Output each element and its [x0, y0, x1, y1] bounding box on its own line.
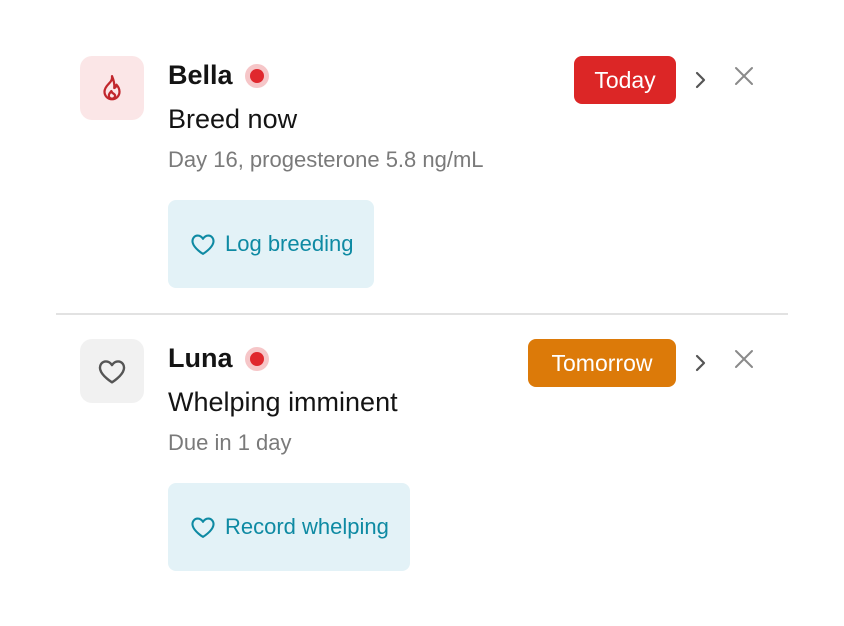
record-whelping-button[interactable]: Record whelping [168, 483, 410, 571]
flame-icon [103, 75, 121, 101]
dog-name: Luna [168, 343, 233, 373]
heart-icon [98, 360, 126, 384]
heart-icon [191, 517, 215, 538]
alert-name-row: Bella [168, 60, 269, 91]
close-icon[interactable] [732, 64, 756, 88]
alert-card-luna: Luna Whelping imminent Due in 1 day Reco… [56, 313, 788, 595]
alert-list: Bella Breed now Day 16, progesterone 5.8… [56, 36, 788, 595]
alert-subtitle: Due in 1 day [168, 430, 292, 455]
due-badge[interactable]: Today [574, 56, 676, 104]
status-dot-inner [249, 351, 264, 366]
alert-card-bella: Bella Breed now Day 16, progesterone 5.8… [56, 36, 788, 313]
heart-icon [191, 234, 215, 255]
alert-subtitle: Day 16, progesterone 5.8 ng/mL [168, 147, 484, 172]
chevron-right-icon[interactable] [688, 351, 712, 375]
alert-name-row: Luna [168, 343, 269, 374]
dog-name: Bella [168, 60, 233, 90]
alert-icon-tile [80, 56, 144, 120]
alert-icon-tile [80, 339, 144, 403]
chevron-right-icon[interactable] [688, 68, 712, 92]
due-badge[interactable]: Tomorrow [528, 339, 676, 387]
status-dot [244, 346, 269, 371]
log-breeding-button[interactable]: Log breeding [168, 200, 375, 288]
action-label: Log breeding [225, 231, 354, 256]
alert-title: Breed now [168, 104, 298, 134]
close-icon[interactable] [732, 347, 756, 371]
alert-title: Whelping imminent [168, 387, 398, 417]
action-label: Record whelping [225, 514, 389, 539]
status-dot-inner [249, 68, 264, 83]
status-dot [244, 63, 269, 88]
